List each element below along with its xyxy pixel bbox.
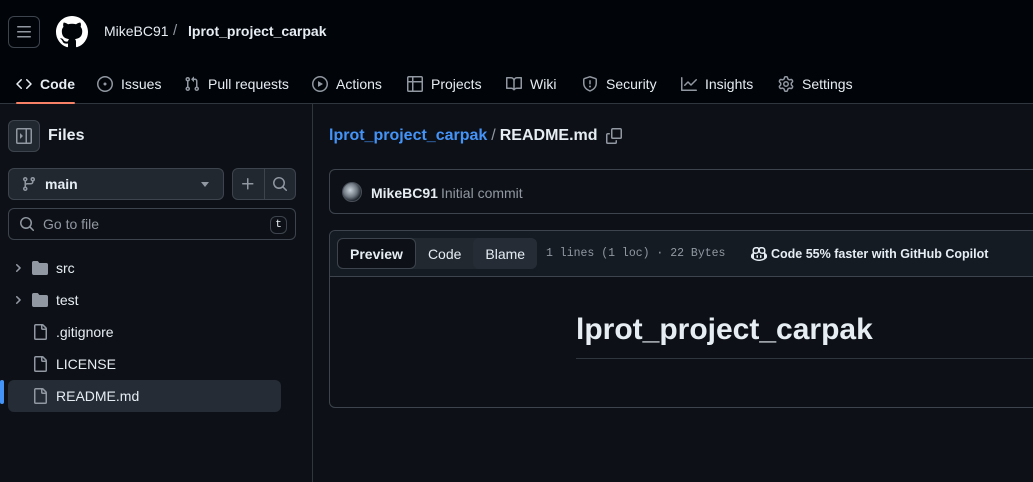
tab-insights-label: Insights (705, 76, 754, 92)
tab-issues-label: Issues (121, 76, 162, 92)
commit-author-link[interactable]: MikeBC91 (371, 185, 438, 201)
file-viewer-header: Preview Code Blame 1 lines (1 loc) · 22 … (330, 231, 1033, 277)
tab-code-label: Code (40, 76, 75, 92)
tab-issues[interactable]: Issues (97, 64, 161, 104)
go-to-file-placeholder: Go to file (43, 216, 100, 232)
tab-settings-label: Settings (802, 76, 853, 92)
tree-item-label: .gitignore (56, 324, 114, 340)
commit-message-link[interactable]: Initial commit (441, 185, 523, 201)
breadcrumb-separator: / (173, 22, 178, 39)
tree-item-label: README.md (56, 388, 140, 404)
chevron-right-icon[interactable] (12, 294, 24, 306)
tree-item-label: LICENSE (56, 356, 116, 372)
tab-security-label: Security (606, 76, 657, 92)
book-icon (506, 76, 522, 91)
heading-divider (576, 358, 1033, 359)
search-code-button[interactable] (263, 169, 295, 199)
file-path-breadcrumb: lprot_project_carpak / README.md (329, 127, 622, 145)
folder-icon (32, 261, 48, 275)
file-tree: src test .gitignore LICENSE README.md (0, 252, 313, 412)
breadcrumb-owner-link[interactable]: MikeBC91 (104, 23, 169, 39)
sidebar-collapse-icon (16, 128, 32, 144)
hamburger-icon (17, 26, 31, 38)
copy-icon[interactable] (605, 128, 622, 144)
tab-wiki-label: Wiki (530, 76, 557, 92)
search-icon (20, 217, 35, 232)
tab-settings[interactable]: Settings (778, 64, 853, 104)
shortcut-key-badge: t (270, 216, 287, 234)
file-tree-sidebar: Files main Go to file t src test .gitign… (0, 104, 313, 482)
chevron-right-icon[interactable] (12, 262, 24, 274)
tab-actions-label: Actions (336, 76, 382, 92)
plus-icon (242, 178, 254, 190)
go-to-file-input[interactable]: Go to file t (8, 208, 296, 240)
tab-projects-label: Projects (431, 76, 482, 92)
breadcrumb-repo-link[interactable]: lprot_project_carpak (188, 23, 327, 39)
repo-nav-tabs: Code Issues Pull requests Actions Projec… (0, 64, 1033, 104)
tab-code[interactable]: Code (16, 64, 75, 104)
chevron-down-icon (201, 182, 209, 187)
file-meta-info: 1 lines (1 loc) · 22 Bytes (546, 247, 726, 260)
avatar[interactable] (342, 182, 362, 202)
path-repo-link[interactable]: lprot_project_carpak (329, 127, 487, 145)
tab-insights[interactable]: Insights (681, 64, 753, 104)
file-icon (34, 324, 47, 340)
branch-select-button[interactable]: main (8, 168, 224, 200)
copilot-icon (751, 246, 767, 262)
hamburger-menu-button[interactable] (8, 16, 40, 48)
gear-icon (778, 76, 794, 92)
readme-heading: lprot_project_carpak (576, 313, 873, 346)
tree-item-gitignore[interactable]: .gitignore (0, 316, 313, 348)
play-icon (312, 76, 328, 92)
path-separator: / (491, 127, 496, 144)
copilot-promo-button[interactable]: Code 55% faster with GitHub Copilot (751, 246, 988, 262)
tree-item-test[interactable]: test (0, 284, 313, 316)
tree-item-readme[interactable]: README.md (8, 380, 281, 412)
code-icon (16, 79, 32, 89)
issue-icon (97, 76, 113, 92)
file-icon (34, 356, 47, 372)
file-viewer: Preview Code Blame 1 lines (1 loc) · 22 … (329, 230, 1033, 408)
copilot-promo-label: Code 55% faster with GitHub Copilot (771, 247, 989, 261)
tab-pull-requests-label: Pull requests (208, 76, 289, 92)
tree-item-label: test (56, 292, 79, 308)
search-icon (272, 177, 288, 192)
github-logo-icon[interactable] (56, 16, 88, 48)
folder-icon (32, 293, 48, 307)
tree-item-label: src (56, 260, 75, 276)
file-icon (34, 388, 47, 404)
shield-icon (583, 76, 597, 92)
tree-item-src[interactable]: src (0, 252, 313, 284)
latest-commit-box: MikeBC91 Initial commit (329, 169, 1033, 214)
tab-pull-requests[interactable]: Pull requests (184, 64, 289, 104)
tree-actions-group (232, 168, 296, 200)
tree-item-license[interactable]: LICENSE (0, 348, 313, 380)
tab-wiki[interactable]: Wiki (506, 64, 556, 104)
collapse-sidebar-button[interactable] (8, 120, 40, 152)
blame-button[interactable]: Blame (473, 238, 538, 269)
tab-projects[interactable]: Projects (407, 64, 482, 104)
code-view-button[interactable]: Code (416, 238, 473, 269)
tab-security[interactable]: Security (582, 64, 657, 104)
branch-name: main (45, 176, 78, 192)
pull-request-icon (185, 76, 200, 92)
add-file-button[interactable] (233, 169, 264, 199)
app-header: MikeBC91 / lprot_project_carpak Code Iss… (0, 0, 1033, 104)
graph-icon (681, 77, 697, 91)
selected-item-indicator (0, 380, 4, 404)
preview-button[interactable]: Preview (337, 238, 416, 269)
path-file-name: README.md (499, 127, 598, 144)
branch-icon (22, 177, 35, 192)
tab-actions[interactable]: Actions (312, 64, 382, 104)
files-title: Files (48, 127, 85, 144)
table-icon (407, 76, 423, 92)
view-mode-toggle: Preview Code Blame (337, 238, 538, 269)
